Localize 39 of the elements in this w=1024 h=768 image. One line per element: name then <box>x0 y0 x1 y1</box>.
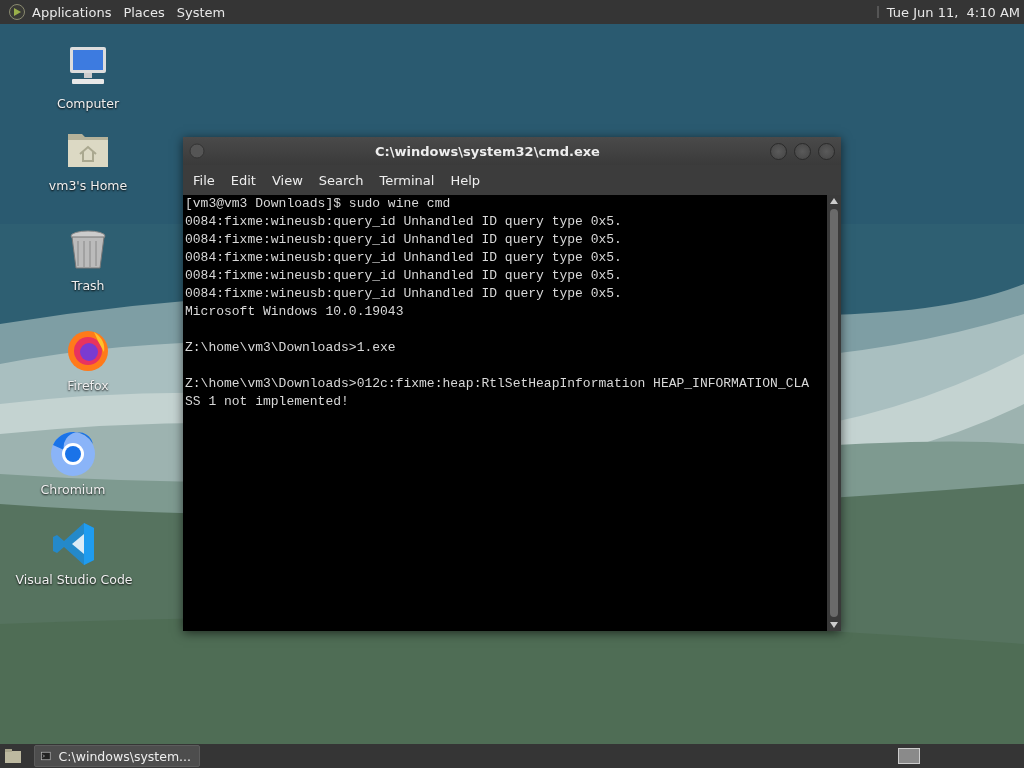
desktop-icon-label[interactable]: Trash <box>71 278 105 293</box>
terminal-line: 0084:fixme:wineusb:query_id Unhandled ID query type 0x5. <box>185 267 623 285</box>
window-menu-icon <box>189 143 205 159</box>
menu-item[interactable]: Search <box>310 172 372 188</box>
scroll-up-icon <box>830 198 838 204</box>
terminal-line: Z:\home\vm3\Downloads>1.exe <box>185 339 397 357</box>
menu-item[interactable]: File <box>185 172 223 188</box>
terminal-line: 0084:fixme:wineusb:query_id Unhandled ID query type 0x5. <box>185 285 623 303</box>
browser-icon <box>49 430 97 478</box>
terminal-line: 0084:fixme:wineusb:query_id Unhandled ID query type 0x5. <box>185 231 623 249</box>
terminal-line: Z:\home\vm3\Downloads>012c:fixme:heap:RtlSetHeapInformation HEAP_INFORMATION_CLA <box>185 375 811 393</box>
desktop-icon-label[interactable]: vm3's Home <box>48 178 128 193</box>
desktop-icon-label[interactable]: Visual Studio Code <box>15 572 133 587</box>
terminal-line: 0084:fixme:wineusb:query_id Unhandled ID query type 0x5. <box>185 249 623 267</box>
workspace-switcher[interactable] <box>898 748 920 764</box>
close-button[interactable] <box>818 142 835 160</box>
menu-item[interactable]: Edit <box>222 172 264 188</box>
panel-menu[interactable]: Applications <box>32 4 112 20</box>
panel-menu[interactable]: Places <box>123 4 165 20</box>
maximize-button[interactable] <box>794 142 811 160</box>
terminal-line: 0084:fixme:wineusb:query_id Unhandled ID query type 0x5. <box>185 213 623 231</box>
terminal-line: Microsoft Windows 10.0.19043 <box>185 303 405 321</box>
clock[interactable]: Tue Jun 11, 4:10 AM <box>886 4 1020 20</box>
menu-item[interactable]: Help <box>442 172 489 188</box>
scroll-down-icon <box>830 622 838 628</box>
menu-item[interactable]: View <box>263 172 311 188</box>
menu-item[interactable]: Terminal <box>371 172 443 188</box>
terminal-line: SS 1 not implemented! <box>185 393 350 411</box>
window-title: C:\windows\system32\cmd.exe <box>374 143 601 159</box>
show-desktop-icon <box>4 748 22 764</box>
scroll-thumb[interactable] <box>830 209 838 617</box>
terminal-line: [vm3@vm3 Downloads]$ sudo wine cmd <box>185 195 452 213</box>
minimize-button[interactable] <box>770 142 787 160</box>
taskbar-button[interactable]: C:\windows\system... <box>34 745 200 767</box>
panel-menu[interactable]: System <box>176 4 226 20</box>
terminal-icon <box>41 750 51 762</box>
menu-logo-icon <box>8 3 26 21</box>
desktop-icon-label[interactable]: Computer <box>56 96 120 111</box>
scrollbar[interactable] <box>827 195 841 631</box>
